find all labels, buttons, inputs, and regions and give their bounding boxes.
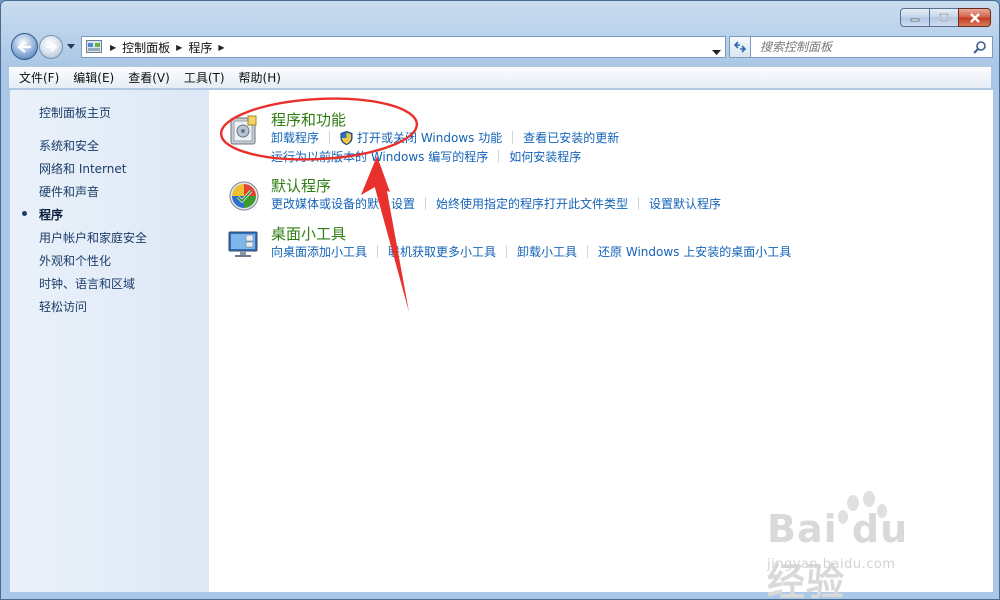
sidebar-item-programs[interactable]: 程序 xyxy=(39,206,63,223)
programs-features-icon xyxy=(230,115,257,145)
task-separator xyxy=(425,197,427,210)
minimize-icon xyxy=(910,18,920,21)
baidu-watermark: Bai du 经验 jingyan.baidu.com xyxy=(767,489,957,600)
task-how-to-install[interactable]: 如何安装程序 xyxy=(509,148,581,165)
menu-edit[interactable]: 编辑(E) xyxy=(68,69,119,86)
task-view-installed-updates[interactable]: 查看已安装的更新 xyxy=(523,129,619,146)
close-button[interactable] xyxy=(958,8,991,27)
default-programs-icon xyxy=(229,181,259,211)
watermark-url: jingyan.baidu.com xyxy=(767,557,896,572)
task-run-older-programs[interactable]: 运行为以前版本的 Windows 编写的程序 xyxy=(271,148,488,165)
chevron-down-icon xyxy=(67,43,75,49)
close-icon xyxy=(969,12,980,23)
sidebar-item-user-accounts[interactable]: 用户帐户和家庭安全 xyxy=(39,229,147,246)
sidebar-item-control-panel-home[interactable]: 控制面板主页 xyxy=(39,104,111,121)
task-uninstall-program[interactable]: 卸载程序 xyxy=(271,129,319,146)
left-navigation-pane: 控制面板主页 系统和安全 网络和 Internet 硬件和声音 程序 用户帐户和… xyxy=(9,90,209,592)
recent-pages-button[interactable] xyxy=(66,41,76,51)
task-row: 更改媒体或设备的默认设置 始终使用指定的程序打开此文件类型 设置默认程序 xyxy=(271,195,721,212)
task-add-gadgets[interactable]: 向桌面添加小工具 xyxy=(271,243,367,260)
category-title[interactable]: 程序和功能 xyxy=(271,109,346,130)
task-separator xyxy=(498,150,500,163)
task-separator xyxy=(506,245,508,258)
caption-buttons xyxy=(900,8,991,27)
current-page-bullet xyxy=(22,211,27,216)
address-bar[interactable]: ▶ 控制面板 ▶ 程序 ▶ xyxy=(81,36,726,58)
uac-shield-icon xyxy=(340,130,353,145)
address-dropdown-button[interactable] xyxy=(712,44,721,58)
sidebar-item-clock-language-region[interactable]: 时钟、语言和区域 xyxy=(39,275,135,292)
task-uninstall-gadget[interactable]: 卸载小工具 xyxy=(517,243,577,260)
menu-bar: 文件(F) 编辑(E) 查看(V) 工具(T) 帮助(H) xyxy=(9,66,991,89)
menu-file[interactable]: 文件(F) xyxy=(14,69,64,86)
search-box[interactable] xyxy=(750,36,993,58)
search-icon[interactable] xyxy=(973,41,986,57)
task-set-default-programs[interactable]: 设置默认程序 xyxy=(649,195,721,212)
task-separator xyxy=(638,197,640,210)
sidebar-item-appearance[interactable]: 外观和个性化 xyxy=(39,252,111,269)
category-title[interactable]: 默认程序 xyxy=(271,175,331,196)
task-restore-gadgets[interactable]: 还原 Windows 上安装的桌面小工具 xyxy=(598,243,791,260)
watermark-brand: Bai du 经验 xyxy=(767,507,909,600)
task-separator xyxy=(329,131,331,144)
menu-tools[interactable]: 工具(T) xyxy=(179,69,230,86)
task-separator xyxy=(377,245,379,258)
back-button[interactable] xyxy=(11,33,38,60)
desktop-gadgets-icon xyxy=(228,231,258,257)
chevron-down-icon xyxy=(712,50,721,55)
task-file-type-association[interactable]: 始终使用指定的程序打开此文件类型 xyxy=(436,195,628,212)
breadcrumb-separator[interactable]: ▶ xyxy=(176,43,182,52)
task-change-media-defaults[interactable]: 更改媒体或设备的默认设置 xyxy=(271,195,415,212)
menu-view[interactable]: 查看(V) xyxy=(123,69,175,86)
sidebar-item-ease-of-access[interactable]: 轻松访问 xyxy=(39,298,87,315)
task-get-more-gadgets[interactable]: 联机获取更多小工具 xyxy=(388,243,496,260)
forward-button[interactable] xyxy=(39,35,63,59)
forward-arrow-icon xyxy=(46,42,57,52)
task-row: 卸载程序 打开或关闭 Windows 功能 查看已安装的更新 xyxy=(271,129,619,146)
task-row: 向桌面添加小工具 联机获取更多小工具 卸载小工具 还原 Windows 上安装的… xyxy=(271,243,791,260)
sidebar-item-system-security[interactable]: 系统和安全 xyxy=(39,137,99,154)
refresh-button[interactable] xyxy=(729,36,751,58)
breadcrumb-separator[interactable]: ▶ xyxy=(110,43,116,52)
maximize-button[interactable] xyxy=(929,8,959,27)
task-turn-windows-features[interactable]: 打开或关闭 Windows 功能 xyxy=(357,129,502,146)
breadcrumb-separator[interactable]: ▶ xyxy=(218,43,224,52)
control-panel-icon xyxy=(84,37,104,57)
menu-help[interactable]: 帮助(H) xyxy=(234,69,286,86)
breadcrumb-programs[interactable]: 程序 xyxy=(188,39,212,56)
task-separator xyxy=(512,131,514,144)
navigation-bar: ▶ 控制面板 ▶ 程序 ▶ xyxy=(9,33,993,61)
minimize-button[interactable] xyxy=(900,8,930,27)
task-row: 运行为以前版本的 Windows 编写的程序 如何安装程序 xyxy=(271,148,581,165)
maximize-icon xyxy=(939,12,949,22)
window-frame: ▶ 控制面板 ▶ 程序 ▶ 文件(F) 编辑(E) 查看(V) 工具(T) 帮助… xyxy=(0,0,1000,600)
sidebar-item-hardware-sound[interactable]: 硬件和声音 xyxy=(39,183,99,200)
category-title[interactable]: 桌面小工具 xyxy=(271,223,346,244)
task-windows-features-link[interactable]: 打开或关闭 Windows 功能 xyxy=(340,129,502,146)
sidebar-item-network-internet[interactable]: 网络和 Internet xyxy=(39,160,126,177)
search-input[interactable] xyxy=(760,40,970,54)
refresh-icon xyxy=(733,41,747,53)
back-arrow-icon xyxy=(17,40,31,53)
breadcrumb-control-panel[interactable]: 控制面板 xyxy=(122,39,170,56)
task-separator xyxy=(587,245,589,258)
